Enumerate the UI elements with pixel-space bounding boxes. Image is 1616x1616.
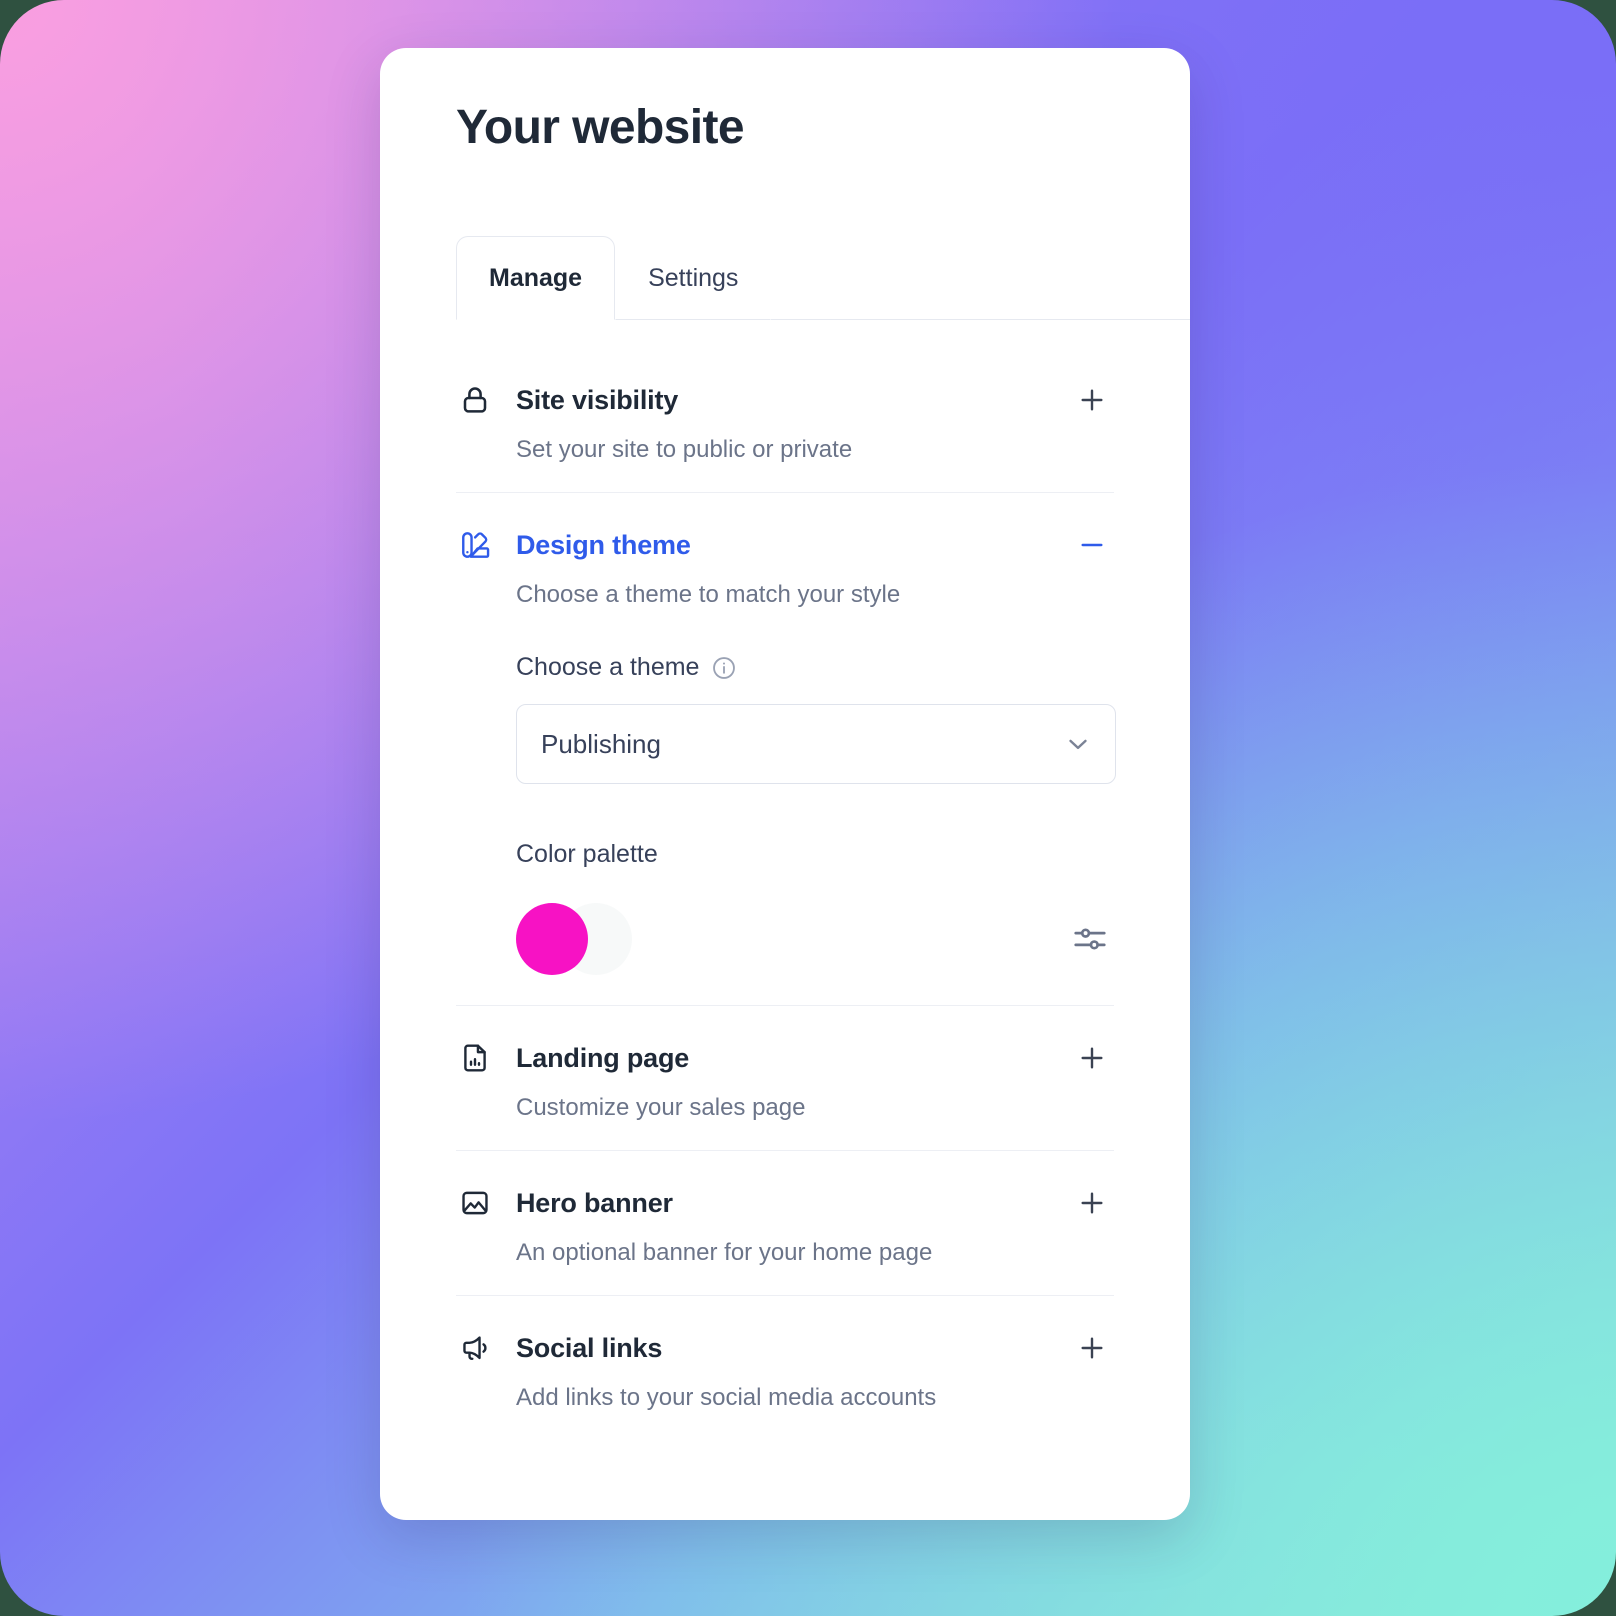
color-swatch-icon xyxy=(456,526,494,564)
section-social-links: Social links Add links to your social me… xyxy=(456,1295,1114,1440)
theme-select[interactable]: Publishing xyxy=(516,704,1116,784)
color-swatch-preview[interactable] xyxy=(516,903,632,975)
theme-select-value: Publishing xyxy=(541,728,661,759)
image-icon xyxy=(456,1184,494,1222)
choose-theme-label-row: Choose a theme xyxy=(516,653,1114,682)
sliders-icon[interactable] xyxy=(1066,915,1114,963)
section-site-visibility: Site visibility Set your site to public … xyxy=(456,348,1114,492)
color-palette-row xyxy=(516,901,1114,977)
section-landing-page: Landing page Customize your sales page xyxy=(456,1005,1114,1150)
section-social-links-header[interactable]: Social links xyxy=(456,1326,1114,1370)
section-design-theme-header[interactable]: Design theme xyxy=(456,523,1114,567)
expand-plus-icon[interactable] xyxy=(1070,378,1114,422)
info-circle-icon[interactable] xyxy=(711,655,737,681)
tab-settings-label: Settings xyxy=(648,263,739,292)
tab-bar: Manage Settings xyxy=(456,236,1190,320)
tab-bar-filler xyxy=(771,236,1190,320)
collapse-minus-icon[interactable] xyxy=(1070,523,1114,567)
lock-icon xyxy=(456,381,494,419)
tab-manage-label: Manage xyxy=(489,263,583,292)
settings-accordion: Site visibility Set your site to public … xyxy=(456,348,1116,1440)
section-design-theme: Design theme Choose a theme to match you… xyxy=(456,492,1116,1005)
section-hero-banner-description: An optional banner for your home page xyxy=(516,1239,933,1266)
section-social-links-title: Social links xyxy=(516,1332,663,1363)
swatch-primary xyxy=(516,903,588,975)
section-design-theme-description: Choose a theme to match your style xyxy=(516,581,901,608)
section-hero-banner-title: Hero banner xyxy=(516,1187,673,1218)
section-site-visibility-title: Site visibility xyxy=(516,384,679,415)
page-title: Your website xyxy=(456,101,745,154)
choose-theme-label: Choose a theme xyxy=(516,653,700,681)
expand-plus-icon[interactable] xyxy=(1070,1326,1114,1370)
section-design-theme-title: Design theme xyxy=(516,529,691,560)
section-site-visibility-header[interactable]: Site visibility xyxy=(456,378,1114,422)
section-hero-banner-header[interactable]: Hero banner xyxy=(456,1181,1114,1225)
expand-plus-icon[interactable] xyxy=(1070,1181,1114,1225)
website-settings-card: Your website Manage Settings Site visibi… xyxy=(380,48,1190,1520)
expand-plus-icon[interactable] xyxy=(1070,1036,1114,1080)
section-landing-page-description: Customize your sales page xyxy=(516,1094,806,1121)
chevron-down-icon xyxy=(1063,729,1093,759)
color-palette-label: Color palette xyxy=(516,840,658,868)
tab-settings[interactable]: Settings xyxy=(615,236,772,320)
section-landing-page-header[interactable]: Landing page xyxy=(456,1036,1114,1080)
section-social-links-description: Add links to your social media accounts xyxy=(516,1384,937,1411)
document-chart-icon xyxy=(456,1039,494,1077)
section-site-visibility-description: Set your site to public or private xyxy=(516,436,853,463)
section-landing-page-title: Landing page xyxy=(516,1042,690,1073)
design-theme-panel: Choose a theme Publishing Color palette xyxy=(516,653,1116,977)
section-hero-banner: Hero banner An optional banner for your … xyxy=(456,1150,1114,1295)
megaphone-icon xyxy=(456,1329,494,1367)
tab-manage[interactable]: Manage xyxy=(456,236,616,320)
